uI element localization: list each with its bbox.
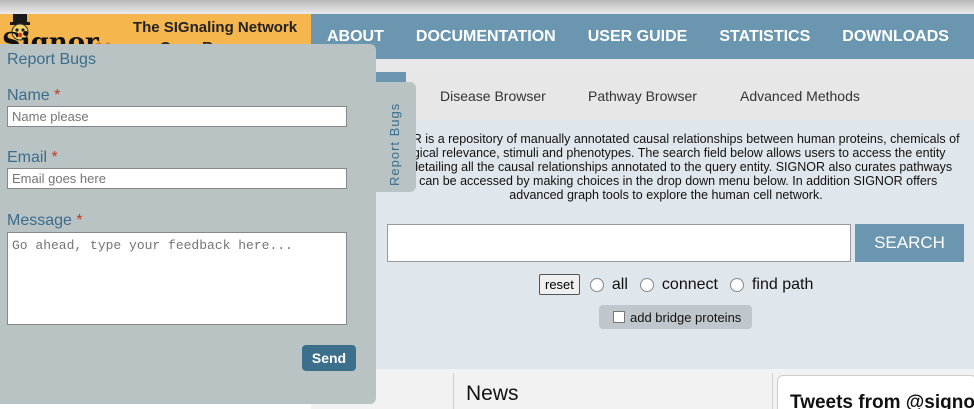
tab-disease-browser[interactable]: Disease Browser xyxy=(440,88,546,104)
tweets-widget[interactable]: Tweets from @signor xyxy=(777,375,974,409)
intro-description: SIGNOR is a repository of manually annot… xyxy=(372,132,960,202)
column-divider xyxy=(453,373,454,409)
nav-user-guide[interactable]: USER GUIDE xyxy=(572,28,704,46)
column-divider xyxy=(772,373,773,409)
tweets-heading: Tweets from @signor xyxy=(790,392,974,409)
nav-documentation[interactable]: DOCUMENTATION xyxy=(400,28,572,46)
bridge-proteins-label: add bridge proteins xyxy=(630,309,742,325)
nav-about[interactable]: ABOUT xyxy=(311,28,400,46)
tab-advanced-methods[interactable]: Advanced Methods xyxy=(740,88,860,104)
main-nav: ABOUT DOCUMENTATION USER GUIDE STATISTIC… xyxy=(311,14,974,59)
report-bugs-title: Report Bugs xyxy=(7,51,96,68)
tab-pathway-browser[interactable]: Pathway Browser xyxy=(588,88,697,104)
bridge-proteins-checkbox[interactable] xyxy=(613,311,625,323)
required-mark: * xyxy=(51,149,58,166)
radio-connect-label: connect xyxy=(661,275,718,293)
name-label: Name * xyxy=(7,87,60,105)
header-divider xyxy=(311,59,974,72)
send-button[interactable]: Send xyxy=(302,345,356,371)
nav-downloads[interactable]: DOWNLOADS xyxy=(826,28,965,46)
name-label-text: Name xyxy=(7,87,50,104)
message-label-text: Message xyxy=(7,212,72,229)
radio-all[interactable] xyxy=(589,277,604,292)
radio-find-path-label: find path xyxy=(751,275,814,293)
nav-statistics[interactable]: STATISTICS xyxy=(703,28,826,46)
report-bugs-tab-label: Report Bugs xyxy=(387,102,402,186)
news-heading: News xyxy=(466,382,519,405)
name-field[interactable] xyxy=(7,106,347,127)
search-input[interactable] xyxy=(387,224,851,262)
required-mark: * xyxy=(76,212,83,229)
radio-all-label: all xyxy=(611,275,628,293)
top-shadow-strip xyxy=(0,0,974,14)
message-label: Message * xyxy=(7,212,83,230)
reset-button[interactable]: reset xyxy=(539,274,580,295)
search-options: reset all connect find path xyxy=(539,274,825,295)
email-label-text: Email xyxy=(7,149,48,166)
required-mark: * xyxy=(54,87,61,104)
message-field[interactable] xyxy=(7,232,347,325)
email-field[interactable] xyxy=(7,168,347,189)
report-bugs-panel: Report Bugs Name * Email * Message * Sen… xyxy=(0,44,376,404)
bridge-proteins-option: add bridge proteins xyxy=(599,305,752,329)
radio-connect[interactable] xyxy=(639,277,654,292)
email-label: Email * xyxy=(7,149,58,167)
search-button[interactable]: SEARCH xyxy=(855,224,964,262)
report-bugs-tab[interactable]: Report Bugs xyxy=(376,82,416,192)
radio-find-path[interactable] xyxy=(729,277,744,292)
